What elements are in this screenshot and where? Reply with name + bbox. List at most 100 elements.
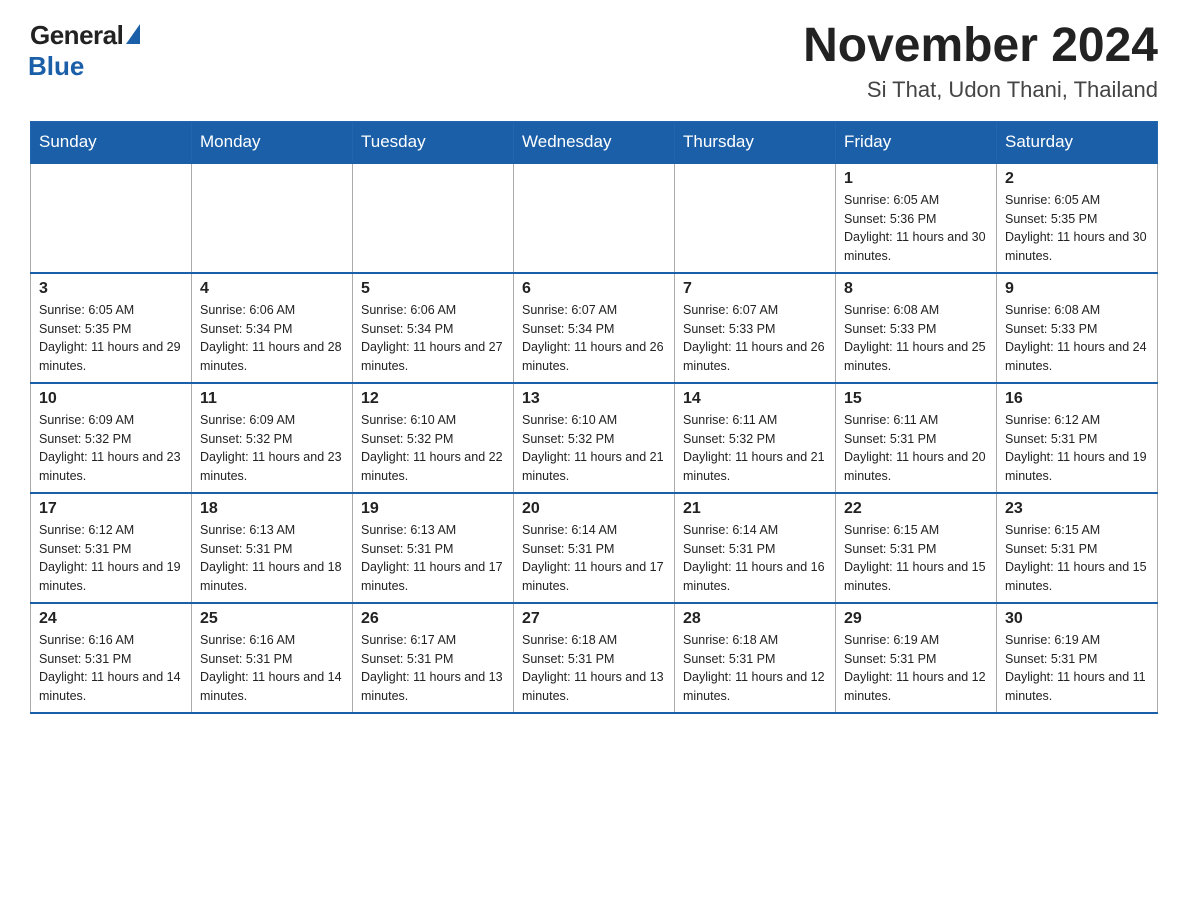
day-info: Sunrise: 6:10 AMSunset: 5:32 PMDaylight:… <box>361 411 505 486</box>
table-row: 30 Sunrise: 6:19 AMSunset: 5:31 PMDayligh… <box>997 603 1158 713</box>
day-info: Sunrise: 6:11 AMSunset: 5:32 PMDaylight:… <box>683 411 827 486</box>
day-number: 21 <box>683 500 827 518</box>
day-number: 27 <box>522 610 666 628</box>
table-row <box>31 163 192 273</box>
table-row: 29Sunrise: 6:19 AMSunset: 5:31 PMDayligh… <box>836 603 997 713</box>
day-info: Sunrise: 6:10 AMSunset: 5:32 PMDaylight:… <box>522 411 666 486</box>
table-row: 25 Sunrise: 6:16 AMSunset: 5:31 PMDayligh… <box>192 603 353 713</box>
day-number: 7 <box>683 280 827 298</box>
day-info: Sunrise: 6:18 AMSunset: 5:31 PMDaylight:… <box>683 631 827 706</box>
table-row: 5 Sunrise: 6:06 AMSunset: 5:34 PMDaylight… <box>353 273 514 383</box>
day-number: 6 <box>522 280 666 298</box>
day-number: 15 <box>844 390 988 408</box>
day-info: Sunrise: 6:08 AMSunset: 5:33 PMDaylight:… <box>1005 301 1149 376</box>
title-block: November 2024 Si That, Udon Thani, Thail… <box>803 20 1158 103</box>
day-info: Sunrise: 6:19 AMSunset: 5:31 PMDaylight:… <box>1005 631 1149 706</box>
day-number: 13 <box>522 390 666 408</box>
day-number: 2 <box>1005 170 1149 188</box>
table-row: 3 Sunrise: 6:05 AMSunset: 5:35 PMDaylight… <box>31 273 192 383</box>
table-row: 2 Sunrise: 6:05 AMSunset: 5:35 PMDaylight… <box>997 163 1158 273</box>
table-row: 22Sunrise: 6:15 AMSunset: 5:31 PMDayligh… <box>836 493 997 603</box>
weekday-header-thursday: Thursday <box>675 121 836 163</box>
day-number: 4 <box>200 280 344 298</box>
day-info: Sunrise: 6:06 AMSunset: 5:34 PMDaylight:… <box>200 301 344 376</box>
day-info: Sunrise: 6:14 AMSunset: 5:31 PMDaylight:… <box>683 521 827 596</box>
table-row: 6 Sunrise: 6:07 AMSunset: 5:34 PMDaylight… <box>514 273 675 383</box>
calendar-week-row: 24 Sunrise: 6:16 AMSunset: 5:31 PMDayligh… <box>31 603 1158 713</box>
table-row: 10Sunrise: 6:09 AMSunset: 5:32 PMDayligh… <box>31 383 192 493</box>
weekday-header-monday: Monday <box>192 121 353 163</box>
day-number: 30 <box>1005 610 1149 628</box>
day-info: Sunrise: 6:16 AMSunset: 5:31 PMDaylight:… <box>39 631 183 706</box>
table-row <box>192 163 353 273</box>
table-row: 18Sunrise: 6:13 AMSunset: 5:31 PMDayligh… <box>192 493 353 603</box>
weekday-header-saturday: Saturday <box>997 121 1158 163</box>
table-row: 26 Sunrise: 6:17 AMSunset: 5:31 PMDayligh… <box>353 603 514 713</box>
day-number: 1 <box>844 170 988 188</box>
day-info: Sunrise: 6:08 AMSunset: 5:33 PMDaylight:… <box>844 301 988 376</box>
location-subtitle: Si That, Udon Thani, Thailand <box>803 77 1158 103</box>
logo-triangle-icon <box>126 24 140 44</box>
table-row: 28 Sunrise: 6:18 AMSunset: 5:31 PMDayligh… <box>675 603 836 713</box>
day-number: 19 <box>361 500 505 518</box>
day-number: 10 <box>39 390 183 408</box>
day-info: Sunrise: 6:18 AMSunset: 5:31 PMDaylight:… <box>522 631 666 706</box>
weekday-header-friday: Friday <box>836 121 997 163</box>
table-row: 16Sunrise: 6:12 AMSunset: 5:31 PMDayligh… <box>997 383 1158 493</box>
weekday-header-row: SundayMondayTuesdayWednesdayThursdayFrid… <box>31 121 1158 163</box>
day-number: 29 <box>844 610 988 628</box>
day-number: 16 <box>1005 390 1149 408</box>
day-info: Sunrise: 6:12 AMSunset: 5:31 PMDaylight:… <box>39 521 183 596</box>
day-number: 14 <box>683 390 827 408</box>
day-info: Sunrise: 6:06 AMSunset: 5:34 PMDaylight:… <box>361 301 505 376</box>
table-row: 17Sunrise: 6:12 AMSunset: 5:31 PMDayligh… <box>31 493 192 603</box>
table-row: 15 Sunrise: 6:11 AMSunset: 5:31 PMDayligh… <box>836 383 997 493</box>
table-row: 12 Sunrise: 6:10 AMSunset: 5:32 PMDayligh… <box>353 383 514 493</box>
calendar-week-row: 17Sunrise: 6:12 AMSunset: 5:31 PMDayligh… <box>31 493 1158 603</box>
day-info: Sunrise: 6:14 AMSunset: 5:31 PMDaylight:… <box>522 521 666 596</box>
day-info: Sunrise: 6:05 AMSunset: 5:35 PMDaylight:… <box>1005 191 1149 266</box>
table-row: 14 Sunrise: 6:11 AMSunset: 5:32 PMDayligh… <box>675 383 836 493</box>
page-header: General Blue November 2024 Si That, Udon… <box>30 20 1158 103</box>
table-row: 7 Sunrise: 6:07 AMSunset: 5:33 PMDaylight… <box>675 273 836 383</box>
table-row: 21 Sunrise: 6:14 AMSunset: 5:31 PMDayligh… <box>675 493 836 603</box>
day-number: 3 <box>39 280 183 298</box>
day-info: Sunrise: 6:07 AMSunset: 5:34 PMDaylight:… <box>522 301 666 376</box>
logo-general-text: General <box>30 20 123 51</box>
weekday-header-wednesday: Wednesday <box>514 121 675 163</box>
day-number: 12 <box>361 390 505 408</box>
day-number: 20 <box>522 500 666 518</box>
day-info: Sunrise: 6:09 AMSunset: 5:32 PMDaylight:… <box>200 411 344 486</box>
day-number: 11 <box>200 390 344 408</box>
table-row: 9Sunrise: 6:08 AMSunset: 5:33 PMDaylight… <box>997 273 1158 383</box>
day-info: Sunrise: 6:07 AMSunset: 5:33 PMDaylight:… <box>683 301 827 376</box>
table-row <box>675 163 836 273</box>
day-number: 23 <box>1005 500 1149 518</box>
day-number: 24 <box>39 610 183 628</box>
table-row: 1Sunrise: 6:05 AMSunset: 5:36 PMDaylight… <box>836 163 997 273</box>
day-number: 8 <box>844 280 988 298</box>
day-number: 18 <box>200 500 344 518</box>
weekday-header-sunday: Sunday <box>31 121 192 163</box>
calendar-week-row: 3 Sunrise: 6:05 AMSunset: 5:35 PMDaylight… <box>31 273 1158 383</box>
calendar-week-row: 10 Sunrise: 6:09 AMSunset: 5:32 PMDayligh… <box>31 383 1158 493</box>
day-info: Sunrise: 6:13 AMSunset: 5:31 PMDaylight:… <box>361 521 505 596</box>
day-number: 26 <box>361 610 505 628</box>
table-row: 11 Sunrise: 6:09 AMSunset: 5:32 PMDayligh… <box>192 383 353 493</box>
table-row: 8 Sunrise: 6:08 AMSunset: 5:33 PMDaylight… <box>836 273 997 383</box>
day-info: Sunrise: 6:16 AMSunset: 5:31 PMDaylight:… <box>200 631 344 706</box>
table-row: 20 Sunrise: 6:14 AMSunset: 5:31 PMDayligh… <box>514 493 675 603</box>
table-row: 27 Sunrise: 6:18 AMSunset: 5:31 PMDayligh… <box>514 603 675 713</box>
day-info: Sunrise: 6:11 AMSunset: 5:31 PMDaylight:… <box>844 411 988 486</box>
table-row: 19 Sunrise: 6:13 AMSunset: 5:31 PMDayligh… <box>353 493 514 603</box>
day-number: 25 <box>200 610 344 628</box>
table-row: 23Sunrise: 6:15 AMSunset: 5:31 PMDayligh… <box>997 493 1158 603</box>
day-info: Sunrise: 6:05 AMSunset: 5:35 PMDaylight:… <box>39 301 183 376</box>
table-row <box>353 163 514 273</box>
table-row: 13 Sunrise: 6:10 AMSunset: 5:32 PMDayligh… <box>514 383 675 493</box>
day-number: 28 <box>683 610 827 628</box>
day-number: 5 <box>361 280 505 298</box>
day-info: Sunrise: 6:17 AMSunset: 5:31 PMDaylight:… <box>361 631 505 706</box>
table-row <box>514 163 675 273</box>
table-row: 24 Sunrise: 6:16 AMSunset: 5:31 PMDayligh… <box>31 603 192 713</box>
